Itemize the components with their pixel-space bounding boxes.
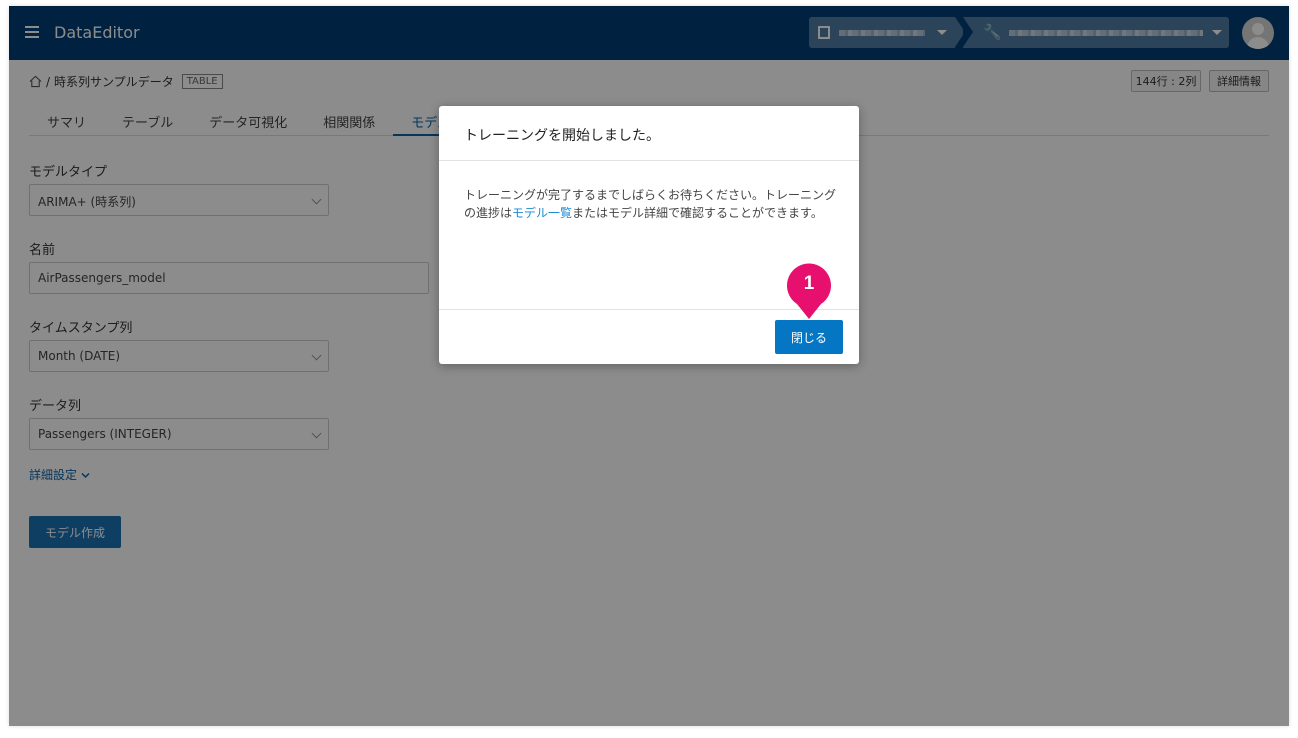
dialog-message-text-end: またはモデル詳細で確認することができます。	[572, 206, 823, 220]
training-started-dialog: トレーニングを開始しました。 トレーニングが完了するまでしばらくお待ちください。…	[439, 106, 859, 364]
step-number: 1	[803, 273, 815, 294]
close-button[interactable]: 閉じる	[775, 320, 843, 354]
dialog-message: トレーニングが完了するまでしばらくお待ちください。トレーニングの進捗はモデル一覧…	[464, 186, 839, 222]
dialog-divider	[439, 160, 859, 161]
dialog-title: トレーニングを開始しました。	[464, 128, 660, 144]
model-list-link[interactable]: モデル一覧	[512, 206, 572, 220]
app-window: DataEditor 🔧 / 時系列サンプルデータ TABLE 144行 : 2…	[9, 6, 1289, 726]
